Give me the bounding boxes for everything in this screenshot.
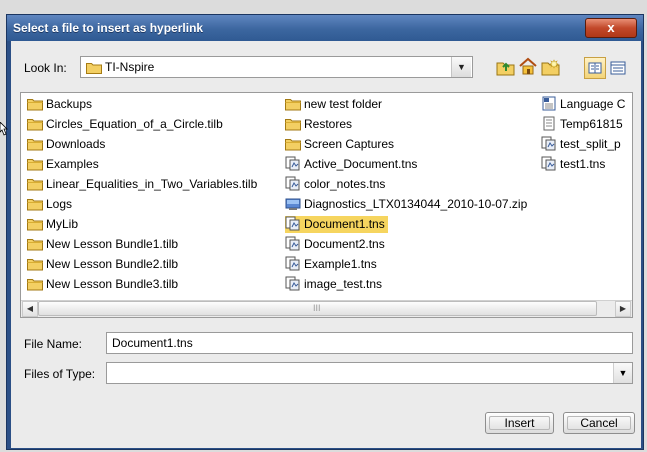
file-list-item[interactable]: Active_Document.tns bbox=[285, 156, 420, 173]
scroll-grip: III bbox=[313, 303, 321, 313]
folder-icon bbox=[27, 217, 43, 232]
list-item-label: Example1.tns bbox=[304, 257, 377, 271]
file-list-item[interactable]: color_notes.tns bbox=[285, 176, 388, 193]
details-view-icon[interactable] bbox=[607, 57, 629, 79]
folder-icon bbox=[27, 177, 43, 192]
file-list-item[interactable]: test1.tns bbox=[541, 156, 608, 173]
list-item-label: Active_Document.tns bbox=[304, 157, 418, 171]
list-item-label: Examples bbox=[46, 157, 99, 171]
folder-list-item[interactable]: New Lesson Bundle3.tilb bbox=[27, 276, 181, 293]
scroll-right-icon[interactable]: ▶ bbox=[615, 301, 631, 317]
list-item-label: MyLib bbox=[46, 217, 79, 231]
folder-icon bbox=[285, 117, 301, 132]
list-item-label: test1.tns bbox=[560, 157, 606, 171]
list-item-label: Downloads bbox=[46, 137, 106, 151]
folder-icon bbox=[27, 197, 43, 212]
folder-icon bbox=[86, 61, 102, 77]
look-in-value: TI-Nspire bbox=[105, 60, 155, 74]
look-in-label: Look In: bbox=[24, 61, 67, 75]
folder-list-item[interactable]: Downloads bbox=[27, 136, 108, 153]
list-item-label: Temp61815 bbox=[560, 117, 623, 131]
list-item-label: Restores bbox=[304, 117, 353, 131]
home-icon[interactable] bbox=[518, 57, 538, 77]
list-item-label: Logs bbox=[46, 197, 73, 211]
list-item-label: Language C bbox=[560, 97, 626, 111]
folder-list-item[interactable]: Examples bbox=[27, 156, 102, 173]
chevron-down-icon[interactable]: ▼ bbox=[613, 363, 632, 383]
close-button[interactable]: x bbox=[585, 18, 637, 38]
file-list-item[interactable]: Diagnostics_LTX0134044_2010-10-07.zip bbox=[285, 196, 530, 213]
file-name-label: File Name: bbox=[24, 337, 83, 351]
new-folder-icon[interactable] bbox=[541, 58, 561, 78]
list-item-label: new test folder bbox=[304, 97, 383, 111]
list-item-label: Circles_Equation_of_a_Circle.tilb bbox=[46, 117, 223, 131]
folder-list-item[interactable]: Circles_Equation_of_a_Circle.tilb bbox=[27, 116, 226, 133]
folder-icon bbox=[27, 117, 43, 132]
file-list-item[interactable]: Language C bbox=[541, 96, 628, 113]
folder-list-item[interactable]: Backups bbox=[27, 96, 95, 113]
folder-list-item[interactable]: Logs bbox=[27, 196, 75, 213]
file-list-item[interactable]: Temp61815 bbox=[541, 116, 626, 133]
files-of-type-label: Files of Type: bbox=[24, 367, 96, 381]
tns-document-icon bbox=[541, 136, 557, 151]
scroll-left-icon[interactable]: ◀ bbox=[22, 301, 38, 317]
cancel-button-label: Cancel bbox=[580, 416, 618, 430]
file-list[interactable]: Backups Circles_Equation_of_a_Circle.tilb… bbox=[20, 92, 633, 318]
up-folder-icon[interactable] bbox=[496, 58, 516, 78]
list-item-label: image_test.tns bbox=[304, 277, 383, 291]
list-item-label: Linear_Equalities_in_Two_Variables.tilb bbox=[46, 177, 258, 191]
cancel-button[interactable]: Cancel bbox=[563, 412, 635, 434]
folder-icon bbox=[285, 97, 301, 112]
text-file-icon bbox=[541, 116, 557, 131]
file-list-item[interactable]: test_split_p bbox=[541, 136, 624, 153]
folder-list-item[interactable]: New Lesson Bundle1.tilb bbox=[27, 236, 181, 253]
list-item-label: Document2.tns bbox=[304, 237, 385, 251]
list-item-label: Backups bbox=[46, 97, 93, 111]
list-item-label: Document1.tns bbox=[304, 217, 385, 231]
tns-document-icon bbox=[285, 236, 301, 251]
folder-list-item[interactable]: new test folder bbox=[285, 96, 385, 113]
tns-document-icon bbox=[285, 156, 301, 171]
folder-list-item[interactable]: Linear_Equalities_in_Two_Variables.tilb bbox=[27, 176, 260, 193]
chevron-down-icon[interactable]: ▼ bbox=[451, 57, 471, 77]
list-item-label: New Lesson Bundle3.tilb bbox=[46, 277, 179, 291]
folder-icon bbox=[27, 257, 43, 272]
list-item-label: Screen Captures bbox=[304, 137, 395, 151]
files-of-type-select[interactable] bbox=[106, 362, 633, 384]
zip-archive-icon bbox=[285, 197, 301, 212]
mouse-cursor-icon bbox=[0, 121, 8, 139]
file-list-item[interactable]: Document1.tns bbox=[285, 216, 388, 233]
folder-icon bbox=[27, 277, 43, 292]
file-list-item[interactable]: image_test.tns bbox=[285, 276, 385, 293]
folder-list-item[interactable]: Screen Captures bbox=[285, 136, 397, 153]
word-document-icon bbox=[541, 96, 557, 111]
list-view-icon[interactable] bbox=[584, 57, 606, 79]
list-item-label: Diagnostics_LTX0134044_2010-10-07.zip bbox=[304, 197, 528, 211]
list-item-label: New Lesson Bundle1.tilb bbox=[46, 237, 179, 251]
insert-button[interactable]: Insert bbox=[485, 412, 554, 434]
list-item-label: test_split_p bbox=[560, 137, 621, 151]
folder-icon bbox=[285, 137, 301, 152]
tns-document-icon bbox=[285, 216, 301, 231]
file-name-value: Document1.tns bbox=[112, 336, 193, 350]
file-list-item[interactable]: Document2.tns bbox=[285, 236, 388, 253]
tns-document-icon bbox=[285, 176, 301, 191]
folder-list-item[interactable]: New Lesson Bundle2.tilb bbox=[27, 256, 181, 273]
tns-document-icon bbox=[285, 276, 301, 291]
list-item-label: New Lesson Bundle2.tilb bbox=[46, 257, 179, 271]
dialog-title: Select a file to insert as hyperlink bbox=[13, 21, 204, 35]
folder-icon bbox=[27, 137, 43, 152]
tns-document-icon bbox=[541, 156, 557, 171]
folder-icon bbox=[27, 237, 43, 252]
tns-document-icon bbox=[285, 256, 301, 271]
folder-list-item[interactable]: Restores bbox=[285, 116, 355, 133]
insert-button-label: Insert bbox=[504, 416, 535, 430]
folder-icon bbox=[27, 157, 43, 172]
folder-icon bbox=[27, 97, 43, 112]
list-item-label: color_notes.tns bbox=[304, 177, 386, 191]
folder-list-item[interactable]: MyLib bbox=[27, 216, 81, 233]
file-list-item[interactable]: Example1.tns bbox=[285, 256, 380, 273]
